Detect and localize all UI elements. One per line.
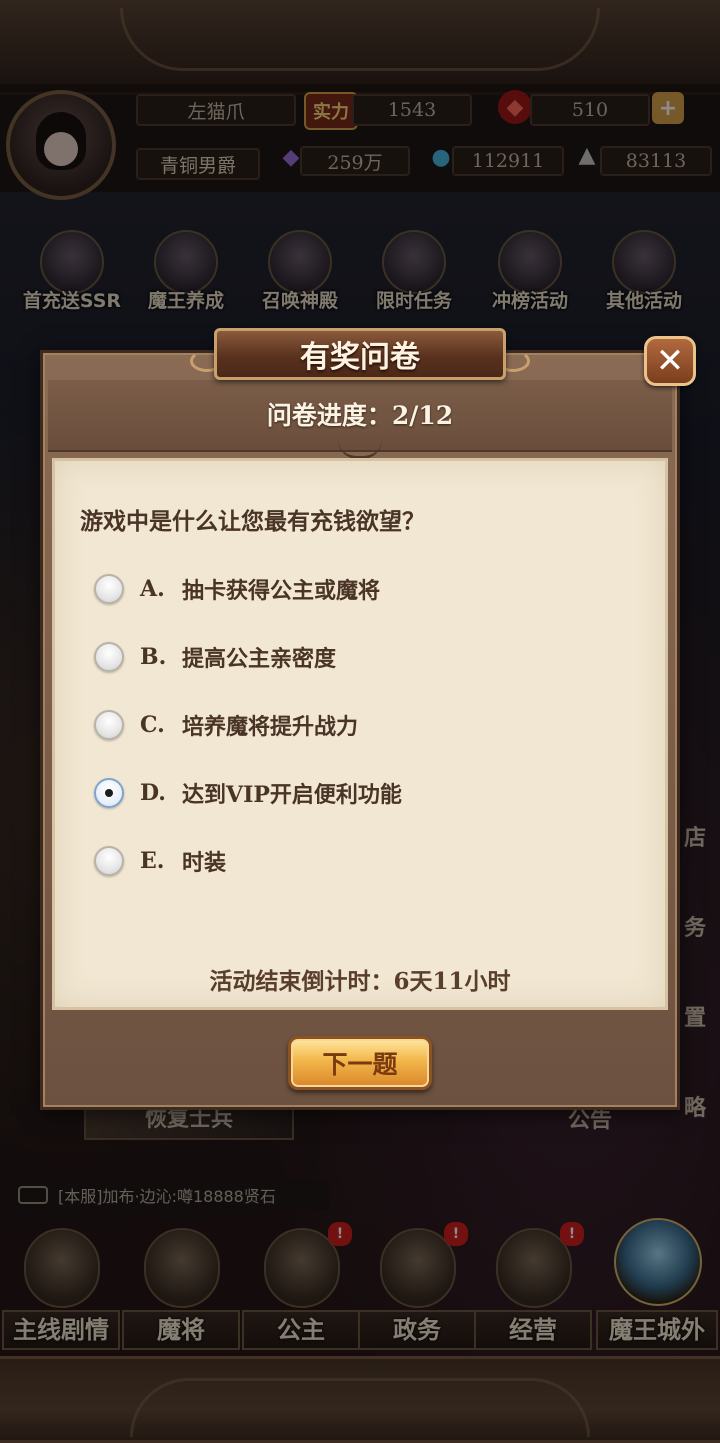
- option-letter: E.: [140, 848, 165, 874]
- radio-button-selected[interactable]: [94, 778, 124, 808]
- option-label: 时装: [182, 850, 227, 876]
- option-letter: D.: [140, 780, 166, 806]
- next-question-button[interactable]: 下一题: [288, 1036, 432, 1090]
- option-label: 抽卡获得公主或魔将: [182, 578, 381, 604]
- radio-button[interactable]: [94, 710, 124, 740]
- close-icon: ✕: [655, 341, 685, 381]
- radio-button[interactable]: [94, 642, 124, 672]
- radio-button[interactable]: [94, 846, 124, 876]
- option-b[interactable]: B. 提高公主亲密度: [94, 637, 634, 677]
- question-text: 游戏中是什么让您最有充钱欲望？: [80, 508, 425, 535]
- option-c[interactable]: C. 培养魔将提升战力: [94, 705, 634, 745]
- option-a[interactable]: A. 抽卡获得公主或魔将: [94, 569, 634, 609]
- option-letter: B.: [140, 644, 167, 670]
- option-label: 培养魔将提升战力: [182, 714, 359, 740]
- option-e[interactable]: E. 时装: [94, 841, 634, 881]
- option-label: 提高公主亲密度: [182, 646, 337, 672]
- option-letter: A.: [140, 576, 165, 602]
- close-button[interactable]: ✕: [644, 336, 696, 386]
- option-d[interactable]: D. 达到VIP开启便利功能: [94, 773, 634, 813]
- survey-progress: 问卷进度：2/12: [266, 401, 454, 430]
- dialog-title: 有奖问卷: [214, 328, 506, 380]
- option-letter: C.: [140, 712, 165, 738]
- event-countdown: 活动结束倒计时：6天11小时: [209, 968, 511, 995]
- option-label: 达到VIP开启便利功能: [182, 782, 402, 808]
- radio-button[interactable]: [94, 574, 124, 604]
